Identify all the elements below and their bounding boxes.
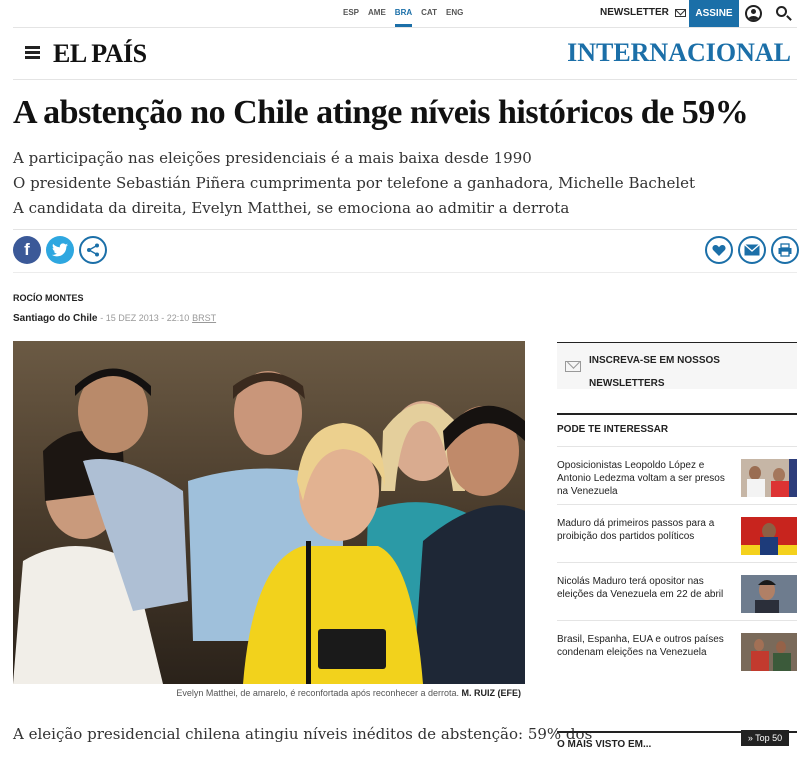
twitter-share-button[interactable] <box>46 236 74 264</box>
article-subtitles: A participação nas eleições presidenciai… <box>13 146 695 221</box>
most-viewed-title: O MAIS VISTO EM... <box>557 739 652 750</box>
divider <box>13 79 797 80</box>
envelope-icon <box>744 244 760 256</box>
email-share-button[interactable] <box>738 236 766 264</box>
divider <box>13 229 797 230</box>
edition-eng[interactable]: ENG <box>446 0 463 27</box>
newsletter-signup-line-1: INSCREVA-SE EM NOSSOS <box>589 355 720 366</box>
dateline: Santiago do Chile - 15 DEZ 2013 - 22:10 … <box>13 313 216 324</box>
publish-date: 15 DEZ 2013 - 22:10 <box>105 313 190 323</box>
search-icon[interactable] <box>776 6 787 17</box>
timezone: BRST <box>192 313 217 323</box>
top-bar: ESP AME BRA CAT ENG NEWSLETTER ASSINE <box>0 0 804 27</box>
related-item[interactable]: Oposicionistas Leopoldo López e Antonio … <box>557 446 797 504</box>
user-icon[interactable] <box>745 5 762 22</box>
photo-credit: M. RUIZ (EFE) <box>461 688 522 698</box>
logo[interactable]: EL PAÍS <box>53 39 147 69</box>
edition-esp[interactable]: ESP <box>343 0 359 27</box>
edition-cat[interactable]: CAT <box>421 0 437 27</box>
edition-selector: ESP AME BRA CAT ENG <box>343 0 463 27</box>
newsletter-signup-label: INSCREVA-SE EM NOSSOS NEWSLETTERS <box>589 349 720 395</box>
related-item-thumbnail[interactable] <box>741 517 797 555</box>
related-item[interactable]: Maduro dá primeiros passos para a proibi… <box>557 504 797 562</box>
heart-icon <box>712 244 726 256</box>
print-button[interactable] <box>771 236 799 264</box>
related-item-title[interactable]: Brasil, Espanha, EUA e outros países con… <box>557 633 735 659</box>
edition-ame[interactable]: AME <box>368 0 386 27</box>
newsletter-signup-line-2: NEWSLETTERS <box>589 378 665 389</box>
related-item-title[interactable]: Nicolás Maduro terá opositor nas eleiçõe… <box>557 575 735 601</box>
author-name[interactable]: ROCÍO MONTES <box>13 293 84 303</box>
subscribe-button[interactable]: ASSINE <box>689 0 739 27</box>
article-photo[interactable] <box>13 341 525 684</box>
photo-caption: Evelyn Matthei, de amarelo, é reconforta… <box>13 688 521 698</box>
edition-bra[interactable]: BRA <box>394 0 413 27</box>
dateline-place: Santiago do Chile <box>13 313 98 324</box>
divider <box>13 27 797 28</box>
related-item-title[interactable]: Oposicionistas Leopoldo López e Antonio … <box>557 459 735 498</box>
subtitle-1: A participação nas eleições presidenciai… <box>13 149 532 167</box>
related-item[interactable]: Nicolás Maduro terá opositor nas eleiçõe… <box>557 562 797 620</box>
printer-icon <box>778 243 792 257</box>
share-icon <box>87 243 99 257</box>
envelope-icon <box>565 361 581 372</box>
article-body: A eleição presidencial chilena atingiu n… <box>13 725 593 743</box>
twitter-icon <box>52 243 68 257</box>
save-favorite-button[interactable] <box>705 236 733 264</box>
subtitle-2: O presidente Sebastián Piñera cumpriment… <box>13 174 696 192</box>
article-headline: A abstenção no Chile atinge níveis histó… <box>13 94 749 131</box>
section-title[interactable]: INTERNACIONAL <box>567 38 791 68</box>
divider <box>13 272 797 273</box>
share-button[interactable] <box>79 236 107 264</box>
related-item-thumbnail[interactable] <box>741 633 797 671</box>
newsletter-label: NEWSLETTER <box>600 7 669 18</box>
envelope-icon <box>674 8 686 17</box>
photo-image <box>13 341 525 684</box>
related-item-thumbnail[interactable] <box>741 575 797 613</box>
newsletter-link[interactable]: NEWSLETTER <box>600 7 686 18</box>
menu-icon[interactable] <box>25 46 40 59</box>
related-item-title[interactable]: Maduro dá primeiros passos para a proibi… <box>557 517 735 543</box>
newsletter-signup-box[interactable]: INSCREVA-SE EM NOSSOS NEWSLETTERS <box>557 342 797 389</box>
related-item[interactable]: Brasil, Espanha, EUA e outros países con… <box>557 620 797 678</box>
top50-button[interactable]: » Top 50 <box>741 730 789 746</box>
subtitle-3: A candidata da direita, Evelyn Matthei, … <box>13 199 570 217</box>
related-item-thumbnail[interactable] <box>741 459 797 497</box>
caption-text: Evelyn Matthei, de amarelo, é reconforta… <box>176 688 459 698</box>
related-section-title: PODE TE INTERESSAR <box>557 424 669 435</box>
facebook-share-button[interactable]: f <box>13 236 41 264</box>
divider <box>557 413 797 415</box>
facebook-icon: f <box>24 240 30 259</box>
